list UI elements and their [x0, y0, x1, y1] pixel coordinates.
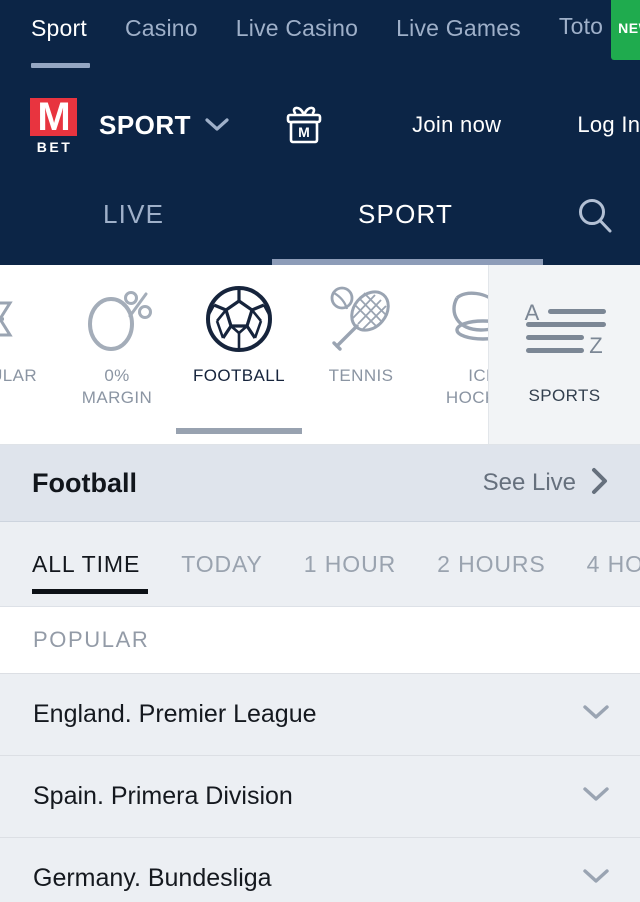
see-live-button[interactable]: See Live — [483, 467, 610, 500]
nav-item-live-casino[interactable]: Live Casino — [236, 0, 358, 56]
category-zero-margin[interactable]: 0% MARGIN — [56, 265, 178, 444]
mode-tabs: LIVE SPORT — [0, 170, 640, 265]
tab-sport[interactable]: SPORT — [358, 199, 453, 230]
time-filter-1-hour[interactable]: 1 HOUR — [304, 551, 396, 578]
chevron-down-icon[interactable] — [582, 867, 610, 890]
brand-bar: M BET SPORT M Join now Log In — [0, 80, 640, 170]
category-popular[interactable]: POPULAR — [0, 265, 56, 444]
nav-item-live-games[interactable]: Live Games — [396, 0, 521, 56]
flag-grid-icon — [0, 283, 26, 355]
chevron-down-icon[interactable] — [582, 785, 610, 808]
sports-az-button[interactable]: A Z SPORTS — [488, 265, 640, 444]
section-header: Football See Live — [0, 445, 640, 522]
nav-item-casino-label: Casino — [124, 15, 198, 41]
brand-section-title[interactable]: SPORT — [99, 110, 191, 141]
nav-item-live-games-label: Live Games — [396, 15, 521, 41]
svg-text:Z: Z — [589, 333, 602, 358]
football-icon — [203, 283, 275, 355]
chevron-down-icon[interactable] — [205, 118, 229, 132]
logo-subtext: BET — [36, 138, 73, 155]
category-football[interactable]: FOOTBALL — [176, 265, 302, 444]
chevron-down-icon[interactable] — [582, 703, 610, 726]
search-icon[interactable] — [575, 196, 615, 241]
time-filter-today[interactable]: TODAY — [181, 551, 263, 578]
league-group-label: POPULAR — [0, 607, 640, 673]
category-zero-margin-label: 0% MARGIN — [81, 366, 153, 407]
league-row[interactable]: England. Premier League — [0, 673, 640, 755]
time-filter-2-hours[interactable]: 2 HOURS — [437, 551, 546, 578]
logo-mark: M BET — [30, 97, 77, 155]
category-popular-label: POPULAR — [0, 366, 38, 385]
category-active-indicator — [176, 428, 302, 434]
join-now-button[interactable]: Join now — [412, 112, 501, 138]
league-name: England. Premier League — [33, 700, 317, 728]
nav-item-sport[interactable]: Sport — [31, 0, 87, 56]
category-football-label: FOOTBALL — [192, 366, 285, 385]
svg-text:M: M — [298, 124, 310, 140]
nav-item-casino[interactable]: Casino — [125, 0, 198, 56]
logo-letter: M — [30, 97, 77, 137]
league-name: Spain. Primera Division — [33, 782, 293, 810]
app-screen: Sport Casino Live Casino Live Games Toto… — [0, 0, 640, 902]
tennis-racket-icon — [325, 283, 397, 355]
nav-active-indicator — [31, 63, 90, 68]
time-filter-4-hours[interactable]: 4 HOURS — [587, 551, 640, 578]
nav-item-toto-label: Toto — [558, 13, 604, 40]
svg-text:A: A — [524, 300, 539, 325]
log-in-button[interactable]: Log In — [577, 112, 640, 138]
zero-percent-icon — [80, 283, 154, 355]
tab-live[interactable]: LIVE — [103, 199, 164, 230]
category-tennis[interactable]: TENNIS — [300, 265, 422, 444]
sports-carousel[interactable]: POPULAR 0% MARGIN — [0, 265, 640, 445]
nav-item-live-casino-label: Live Casino — [235, 15, 359, 41]
see-live-label: See Live — [482, 469, 576, 496]
page-title: Football — [32, 467, 137, 498]
sports-az-label: SPORTS — [528, 386, 601, 405]
logo[interactable]: M BET — [30, 97, 77, 155]
a-to-z-list-icon: A Z — [522, 295, 608, 367]
nav-item-toto[interactable]: Toto NEW — [559, 0, 640, 60]
gift-box-icon[interactable]: M — [282, 102, 326, 148]
time-filter-bar[interactable]: ALL TIME TODAY 1 HOUR 2 HOURS 4 HOURS — [0, 522, 640, 607]
chevron-right-icon — [590, 467, 610, 500]
time-filter-active-indicator — [32, 589, 148, 594]
product-nav: Sport Casino Live Casino Live Games Toto… — [0, 0, 640, 80]
time-filter-all-time[interactable]: ALL TIME — [32, 551, 140, 578]
category-tennis-label: TENNIS — [328, 366, 394, 385]
league-row[interactable]: Spain. Primera Division — [0, 755, 640, 837]
league-name: Germany. Bundesliga — [33, 864, 272, 892]
league-row[interactable]: Germany. Bundesliga — [0, 837, 640, 902]
new-badge: NEW — [611, 0, 640, 60]
nav-item-sport-label: Sport — [31, 15, 87, 41]
